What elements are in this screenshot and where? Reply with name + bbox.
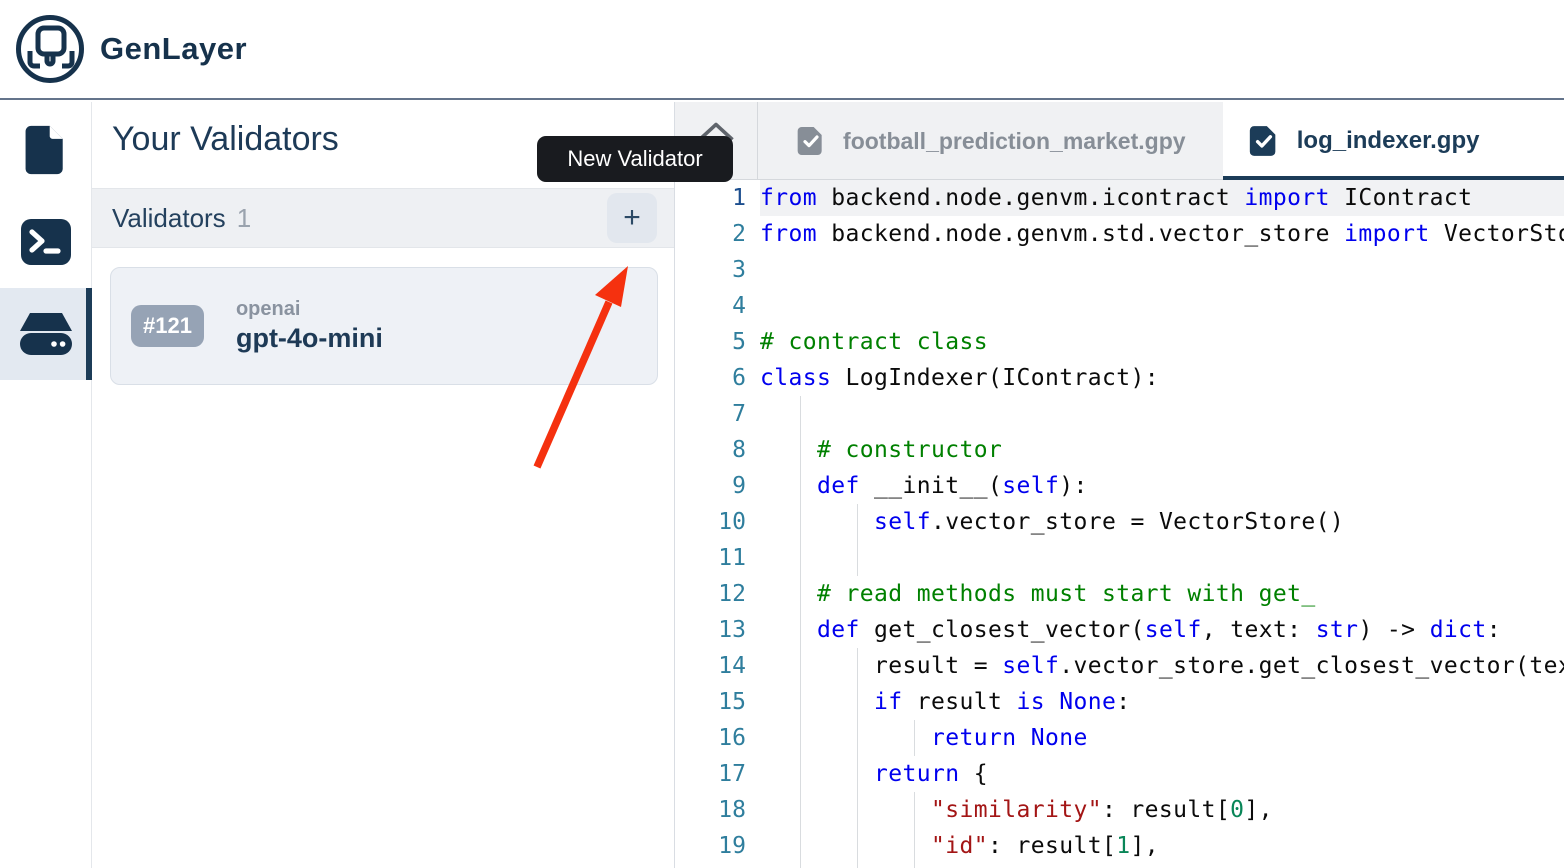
code-line[interactable]: 5# contract class bbox=[675, 324, 1564, 360]
line-number: 3 bbox=[675, 252, 760, 288]
line-number: 13 bbox=[675, 612, 760, 648]
line-number: 15 bbox=[675, 684, 760, 720]
file-icon bbox=[23, 124, 69, 176]
line-number: 7 bbox=[675, 396, 760, 432]
code-lines: 1from backend.node.genvm.icontract impor… bbox=[675, 180, 1564, 864]
terminal-icon bbox=[20, 218, 72, 266]
page-title: Your Validators bbox=[112, 120, 339, 159]
code-line[interactable]: 11 bbox=[675, 540, 1564, 576]
code-editor: football_prediction_market.gpy log_index… bbox=[675, 102, 1564, 868]
code-line[interactable]: 13 def get_closest_vector(self, text: st… bbox=[675, 612, 1564, 648]
code-line[interactable]: 19 "id": result[1], bbox=[675, 828, 1564, 864]
code-line[interactable]: 2from backend.node.genvm.std.vector_stor… bbox=[675, 216, 1564, 252]
code-line[interactable]: 17 return { bbox=[675, 756, 1564, 792]
code-line[interactable]: 7 bbox=[675, 396, 1564, 432]
line-number: 17 bbox=[675, 756, 760, 792]
file-check-icon bbox=[795, 125, 827, 157]
brand-name: GenLayer bbox=[100, 31, 247, 67]
code-line[interactable]: 10 self.vector_store = VectorStore() bbox=[675, 504, 1564, 540]
new-validator-button[interactable]: + bbox=[607, 193, 657, 243]
activity-bar bbox=[0, 102, 92, 868]
code-line[interactable]: 3 bbox=[675, 252, 1564, 288]
line-number: 1 bbox=[675, 180, 760, 216]
line-number: 5 bbox=[675, 324, 760, 360]
validators-section-header: Validators 1 + bbox=[92, 188, 674, 248]
line-number: 6 bbox=[675, 360, 760, 396]
validators-section-label: Validators bbox=[112, 203, 226, 234]
validator-model: gpt-4o-mini bbox=[236, 323, 383, 354]
tab-log-indexer[interactable]: log_indexer.gpy bbox=[1223, 102, 1564, 180]
activity-item-files[interactable] bbox=[0, 104, 92, 196]
genlayer-logo-icon bbox=[14, 13, 86, 85]
line-number: 8 bbox=[675, 432, 760, 468]
new-validator-tooltip: New Validator bbox=[537, 136, 733, 182]
validator-provider: openai bbox=[236, 298, 383, 321]
tab-label: football_prediction_market.gpy bbox=[843, 128, 1186, 155]
line-number: 12 bbox=[675, 576, 760, 612]
editor-tab-bar: football_prediction_market.gpy log_index… bbox=[675, 102, 1564, 180]
tab-football-prediction-market[interactable]: football_prediction_market.gpy bbox=[757, 102, 1223, 180]
code-line[interactable]: 8 # constructor bbox=[675, 432, 1564, 468]
code-line[interactable]: 16 return None bbox=[675, 720, 1564, 756]
validators-panel: Your Validators Validators 1 + #121 open… bbox=[92, 102, 675, 868]
tab-label: log_indexer.gpy bbox=[1297, 127, 1480, 155]
code-line[interactable]: 15 if result is None: bbox=[675, 684, 1564, 720]
line-number: 19 bbox=[675, 828, 760, 864]
code-line[interactable]: 4 bbox=[675, 288, 1564, 324]
line-number: 18 bbox=[675, 792, 760, 828]
code-pane: 1from backend.node.genvm.icontract impor… bbox=[675, 180, 1564, 868]
validators-count: 1 bbox=[237, 203, 251, 234]
genlayer-logo: GenLayer bbox=[14, 13, 247, 85]
activity-item-validators[interactable] bbox=[0, 288, 92, 380]
line-number: 9 bbox=[675, 468, 760, 504]
app-header: GenLayer bbox=[0, 0, 1564, 100]
code-line[interactable]: 9 def __init__(self): bbox=[675, 468, 1564, 504]
code-line[interactable]: 1from backend.node.genvm.icontract impor… bbox=[675, 180, 1564, 216]
line-number: 16 bbox=[675, 720, 760, 756]
code-line[interactable]: 12 # read methods must start with get_ bbox=[675, 576, 1564, 612]
line-number: 4 bbox=[675, 288, 760, 324]
activity-item-terminal[interactable] bbox=[0, 196, 92, 288]
line-number: 14 bbox=[675, 648, 760, 684]
line-number: 11 bbox=[675, 540, 760, 576]
line-number: 2 bbox=[675, 216, 760, 252]
file-check-icon bbox=[1247, 124, 1281, 158]
code-line[interactable]: 6class LogIndexer(IContract): bbox=[675, 360, 1564, 396]
line-number: 10 bbox=[675, 504, 760, 540]
hard-drive-icon bbox=[19, 311, 73, 357]
validator-id-badge: #121 bbox=[131, 305, 204, 347]
code-line[interactable]: 18 "similarity": result[0], bbox=[675, 792, 1564, 828]
code-line[interactable]: 14 result = self.vector_store.get_closes… bbox=[675, 648, 1564, 684]
validator-list-item[interactable]: #121 openai gpt-4o-mini bbox=[110, 267, 658, 385]
